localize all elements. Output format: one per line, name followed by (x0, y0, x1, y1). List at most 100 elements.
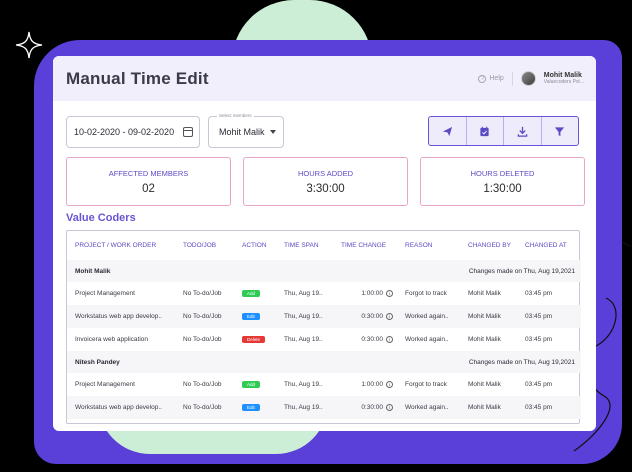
group-note: Changes made on Thu, Aug 19,2021 (234, 351, 581, 373)
action-badge-add: Add (242, 290, 261, 297)
time-change-value: 0:30:00 (361, 404, 383, 412)
table-row[interactable]: Workstatus web app develop.. No To-do/Jo… (67, 396, 581, 419)
table-row[interactable]: Workstatus web app develop.. No To-do/Jo… (67, 305, 581, 328)
stage: Manual Time Edit ? Help Mohit Malik Valu… (0, 0, 632, 472)
group-note: Changes made on Thu, Aug 19,2021 (234, 260, 581, 282)
column-header[interactable]: TIME CHANGE (333, 231, 397, 260)
column-header[interactable]: REASON (397, 231, 460, 260)
column-header[interactable]: CHANGED AT (517, 231, 581, 260)
cell-reason: Forgot to track (405, 290, 447, 297)
schedule-button[interactable] (467, 117, 504, 145)
cell-todo: No To-do/Job (183, 336, 222, 343)
date-range-picker[interactable]: 10-02-2020 - 09-02-2020 (66, 116, 200, 148)
cell-changed-by: Mohit Malik (460, 396, 517, 419)
cell-project: Workstatus web app develop.. (67, 305, 175, 328)
column-header[interactable]: ACTION (234, 231, 276, 260)
member-select-value: Mohit Malik (219, 127, 265, 137)
download-icon (517, 126, 528, 137)
time-change-value: 1:00:00 (361, 381, 383, 389)
cell-reason: Forgot to track (405, 381, 447, 388)
cell-changed-at: 03:45 pm (525, 336, 553, 343)
send-icon (442, 126, 452, 136)
info-icon[interactable]: i (386, 312, 393, 320)
group-row: Nitesh Pandey Changes made on Thu, Aug 1… (67, 351, 581, 373)
cell-reason: Worked again.. (397, 396, 460, 419)
cell-change: 0:30:00 i (333, 396, 397, 419)
group-member-name: Nitesh Pandey (67, 351, 234, 373)
page-title: Manual Time Edit (66, 68, 209, 88)
user-name: Mohit Malik (543, 72, 582, 79)
time-change-value: 1:00:00 (361, 290, 383, 298)
stat-value: 02 (142, 182, 155, 195)
time-change-value: 0:30:00 (361, 313, 383, 321)
cell-action: Add (234, 373, 276, 396)
stat-card-hours-added: HOURS ADDED 3:30:00 (243, 157, 408, 206)
cell-change: 1:00:00 i (333, 282, 397, 305)
user-org: Valuecoders Pvt... (543, 79, 584, 85)
calendar-check-icon (480, 126, 489, 136)
chevron-down-icon (270, 130, 276, 134)
info-icon[interactable]: i (386, 403, 393, 411)
cell-project: Workstatus web app develop.. (67, 396, 175, 419)
group-row: Mohit Malik Changes made on Thu, Aug 19,… (67, 260, 581, 282)
stat-card-hours-deleted: HOURS DELETED 1:30:00 (420, 157, 585, 206)
help-label: Help (489, 75, 504, 82)
cell-todo: No To-do/Job (183, 290, 222, 297)
download-button[interactable] (504, 117, 542, 145)
cell-todo: No To-do/Job (175, 305, 234, 328)
cell-change: 0:30:00 i (333, 305, 397, 328)
stat-label: HOURS DELETED (470, 168, 535, 178)
table-row[interactable]: Project Management No To-do/Job Add Thu,… (67, 282, 581, 305)
info-icon[interactable]: i (386, 289, 393, 297)
stats-row: AFFECTED MEMBERS 02 HOURS ADDED 3:30:00 … (66, 157, 585, 206)
cell-todo: No To-do/Job (175, 396, 234, 419)
column-header[interactable]: TIME SPAN (276, 231, 333, 260)
cell-todo: No To-do/Job (183, 381, 222, 388)
page-header: Manual Time Edit ? Help Mohit Malik Valu… (53, 56, 596, 101)
info-icon[interactable]: i (386, 335, 393, 343)
stat-label: HOURS ADDED (297, 168, 353, 178)
cell-change: 1:00:00 i (333, 373, 397, 396)
action-toolbar (428, 116, 579, 146)
action-badge-edit: Edit (242, 404, 260, 411)
cell-changed-at: 03:45 pm (517, 396, 581, 419)
divider (511, 71, 513, 86)
cell-project: Project Management (75, 381, 135, 388)
time-change-value: 0:30:00 (361, 336, 383, 344)
action-badge-delete: Delete (242, 336, 266, 343)
column-header[interactable]: CHANGED BY (460, 231, 517, 260)
cell-project: Project Management (75, 290, 135, 297)
cell-changed-at: 03:45 pm (517, 305, 581, 328)
table-row[interactable]: Project Management No To-do/Job Add Thu,… (67, 373, 581, 396)
cell-action: Edit (234, 305, 276, 328)
company-title: Value Coders (66, 212, 136, 224)
help-icon: ? (478, 74, 487, 83)
action-badge-add: Add (242, 381, 261, 388)
info-icon[interactable]: i (386, 380, 393, 388)
cell-action: Add (234, 282, 276, 305)
user-menu[interactable]: Mohit Malik Valuecoders Pvt... (544, 72, 584, 85)
cell-changed-at: 03:45 pm (525, 381, 553, 388)
date-range-value: 10-02-2020 - 09-02-2020 (74, 127, 175, 137)
app-window: Manual Time Edit ? Help Mohit Malik Valu… (53, 56, 596, 431)
stat-label: AFFECTED MEMBERS (108, 168, 189, 178)
member-select[interactable]: Select members Mohit Malik (208, 113, 284, 148)
cell-reason: Worked again.. (397, 305, 460, 328)
cell-span: Thu, Aug 19.. (284, 290, 323, 297)
column-header[interactable]: PROJECT / WORK ORDER (67, 231, 175, 260)
help-link[interactable]: ? Help (478, 74, 504, 83)
cell-span: Thu, Aug 19.. (276, 305, 333, 328)
stat-value: 3:30:00 (306, 182, 345, 195)
avatar[interactable] (520, 71, 536, 86)
cell-change: 0:30:00 i (333, 328, 397, 351)
table-row[interactable]: Invoicera web application No To-do/Job D… (67, 328, 581, 351)
table-header-row: PROJECT / WORK ORDER TODO/JOB ACTION TIM… (67, 231, 581, 260)
send-button[interactable] (429, 117, 467, 145)
cell-changed-by: Mohit Malik (460, 305, 517, 328)
cell-span: Thu, Aug 19.. (284, 336, 323, 343)
column-header[interactable]: TODO/JOB (175, 231, 234, 260)
cell-action: Edit (234, 396, 276, 419)
filter-button[interactable] (542, 117, 579, 145)
filter-icon (555, 126, 565, 136)
calendar-icon (183, 127, 193, 137)
